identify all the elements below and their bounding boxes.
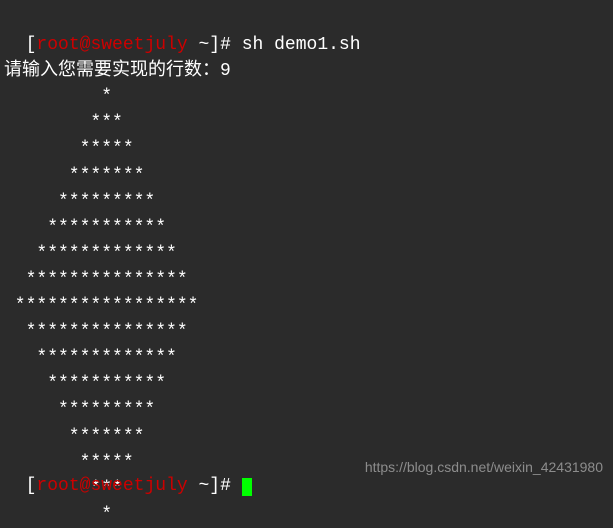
cursor-icon — [242, 478, 252, 496]
next-prompt-line[interactable]: [root@sweetjuly ~]# — [4, 447, 252, 499]
prompt-path: ~ — [188, 476, 210, 496]
pattern-line: ************* — [4, 345, 609, 371]
pattern-line: * — [4, 502, 609, 528]
pattern-line: * — [4, 84, 609, 110]
prompt-close-bracket: ] — [209, 35, 220, 55]
pattern-line: *********** — [4, 371, 609, 397]
prompt-at: @ — [80, 476, 91, 496]
prompt-host: sweetjuly — [90, 476, 187, 496]
command-line: [root@sweetjuly ~]# sh demo1.sh — [4, 6, 609, 58]
pattern-line: ***** — [4, 136, 609, 162]
prompt-at: @ — [80, 35, 91, 55]
prompt-open-bracket: [ — [26, 476, 37, 496]
pattern-line: *************** — [4, 267, 609, 293]
prompt-path: ~ — [188, 35, 210, 55]
pattern-line: ***************** — [4, 293, 609, 319]
input-prompt-line: 请输入您需要实现的行数：9 — [4, 58, 609, 84]
pattern-line: *** — [4, 110, 609, 136]
pattern-line: ********* — [4, 397, 609, 423]
prompt-hash: # — [220, 35, 242, 55]
pattern-line: ********* — [4, 189, 609, 215]
pattern-line: ************* — [4, 241, 609, 267]
watermark-text: https://blog.csdn.net/weixin_42431980 — [365, 457, 603, 477]
prompt-host: sweetjuly — [90, 35, 187, 55]
prompt-open-bracket: [ — [26, 35, 37, 55]
prompt-user: root — [36, 476, 79, 496]
pattern-line: *********** — [4, 215, 609, 241]
prompt-hash: # — [220, 476, 242, 496]
pattern-line: ******* — [4, 424, 609, 450]
pattern-line: ******* — [4, 163, 609, 189]
prompt-user: root — [36, 35, 79, 55]
prompt-close-bracket: ] — [209, 476, 220, 496]
pattern-line: *************** — [4, 319, 609, 345]
command-text: sh demo1.sh — [242, 35, 361, 55]
